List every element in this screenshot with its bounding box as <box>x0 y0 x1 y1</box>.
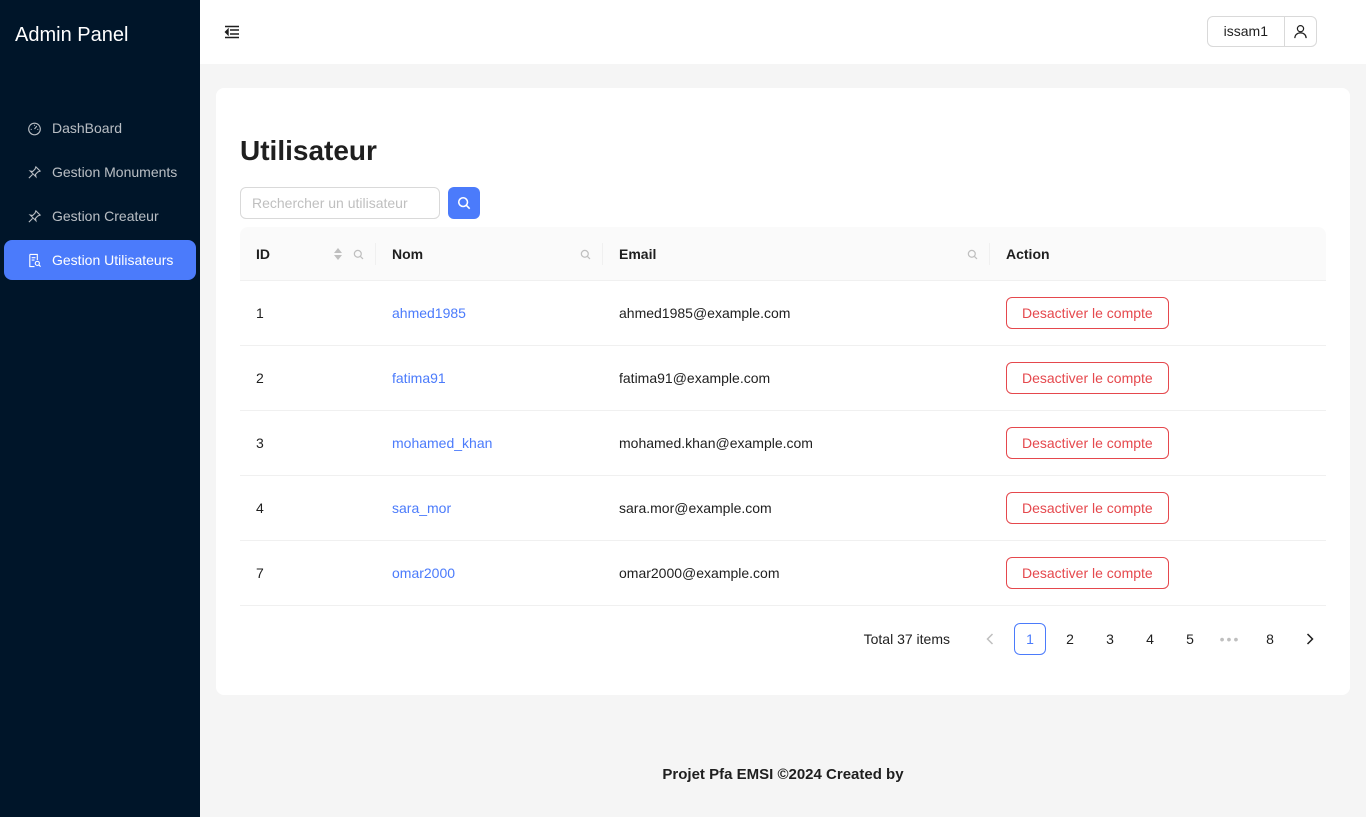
cell-nom-link[interactable]: sara_mor <box>392 476 451 540</box>
page-button[interactable]: 5 <box>1174 623 1206 655</box>
cell-nom-link[interactable]: fatima91 <box>392 346 446 410</box>
page-button[interactable]: 2 <box>1054 623 1086 655</box>
sidebar-item-monuments[interactable]: Gestion Monuments <box>4 152 196 192</box>
sidebar: Admin Panel DashBoard Gestion Monuments … <box>0 0 200 817</box>
search-icon <box>457 196 471 210</box>
prev-page-button[interactable] <box>974 623 1006 655</box>
cell-email: sara.mor@example.com <box>619 500 772 516</box>
filter-search-icon[interactable] <box>577 246 593 262</box>
cell-nom-link[interactable]: ahmed1985 <box>392 281 466 345</box>
sort-icon[interactable] <box>330 246 346 262</box>
deactivate-account-button[interactable]: Desactiver le compte <box>1006 297 1169 329</box>
chevron-left-icon <box>986 633 994 645</box>
sidebar-item-createur[interactable]: Gestion Createur <box>4 196 196 236</box>
cell-id: 4 <box>256 500 264 516</box>
cell-id: 1 <box>256 305 264 321</box>
username-label[interactable]: issam1 <box>1208 17 1285 46</box>
users-table: ID Nom Email Action 1 ahmed1985 ahmed198… <box>240 227 1326 606</box>
cell-email: mohamed.khan@example.com <box>619 435 813 451</box>
table-row: 2 fatima91 fatima91@example.com Desactiv… <box>240 346 1326 411</box>
filter-search-icon[interactable] <box>350 246 366 262</box>
table-row: 1 ahmed1985 ahmed1985@example.com Desact… <box>240 281 1326 346</box>
sidebar-item-dashboard[interactable]: DashBoard <box>4 108 196 148</box>
sidebar-item-label: Gestion Utilisateurs <box>52 252 174 268</box>
chevron-right-icon <box>1306 633 1314 645</box>
sidebar-menu: DashBoard Gestion Monuments Gestion Crea… <box>4 108 196 284</box>
pushpin-icon <box>26 164 42 180</box>
pagination-total: Total 37 items <box>863 631 950 647</box>
cell-id: 3 <box>256 435 264 451</box>
column-header-id: ID <box>256 246 270 262</box>
footer-text: Projet Pfa EMSI ©2024 Created by <box>662 766 904 783</box>
deactivate-account-button[interactable]: Desactiver le compte <box>1006 427 1169 459</box>
deactivate-account-button[interactable]: Desactiver le compte <box>1006 362 1169 394</box>
content-card: Utilisateur ID Nom Email <box>216 88 1350 695</box>
dashboard-icon <box>26 120 42 136</box>
deactivate-account-button[interactable]: Desactiver le compte <box>1006 557 1169 589</box>
sidebar-item-label: DashBoard <box>52 120 123 136</box>
next-page-button[interactable] <box>1294 623 1326 655</box>
cell-email: omar2000@example.com <box>619 565 780 581</box>
column-header-action: Action <box>1006 246 1050 262</box>
column-header-email: Email <box>619 246 657 262</box>
page-button[interactable]: 4 <box>1134 623 1166 655</box>
file-search-icon <box>26 252 42 268</box>
page-button[interactable]: 8 <box>1254 623 1286 655</box>
page-button[interactable]: 3 <box>1094 623 1126 655</box>
cell-email: fatima91@example.com <box>619 370 771 386</box>
table-row: 7 omar2000 omar2000@example.com Desactiv… <box>240 541 1326 606</box>
menu-fold-icon[interactable] <box>222 22 242 42</box>
sidebar-item-label: Gestion Monuments <box>52 164 178 180</box>
cell-nom-link[interactable]: omar2000 <box>392 541 455 605</box>
deactivate-account-button[interactable]: Desactiver le compte <box>1006 492 1169 524</box>
page-button[interactable]: 1 <box>1014 623 1046 655</box>
sidebar-item-label: Gestion Createur <box>52 208 159 224</box>
cell-nom-link[interactable]: mohamed_khan <box>392 411 492 475</box>
filter-search-icon[interactable] <box>964 246 980 262</box>
top-header: issam1 <box>200 0 1366 64</box>
pagination: Total 37 items 1 2 3 4 5 ••• 8 <box>864 623 1326 655</box>
cell-email: ahmed1985@example.com <box>619 305 791 321</box>
table-row: 3 mohamed_khan mohamed.khan@example.com … <box>240 411 1326 476</box>
pagination-ellipsis[interactable]: ••• <box>1214 623 1246 655</box>
pushpin-icon <box>26 208 42 224</box>
user-menu[interactable]: issam1 <box>1206 16 1317 47</box>
search-button[interactable] <box>448 187 480 219</box>
cell-id: 2 <box>256 370 264 386</box>
table-header: ID Nom Email Action <box>240 227 1326 281</box>
page-title: Utilisateur <box>240 135 377 166</box>
search-input[interactable] <box>240 187 440 219</box>
table-row: 4 sara_mor sara.mor@example.com Desactiv… <box>240 476 1326 541</box>
cell-id: 7 <box>256 565 264 581</box>
sidebar-item-utilisateurs[interactable]: Gestion Utilisateurs <box>4 240 196 280</box>
column-header-nom: Nom <box>392 246 424 262</box>
brand-title: Admin Panel <box>15 24 129 46</box>
user-icon[interactable] <box>1285 17 1316 46</box>
